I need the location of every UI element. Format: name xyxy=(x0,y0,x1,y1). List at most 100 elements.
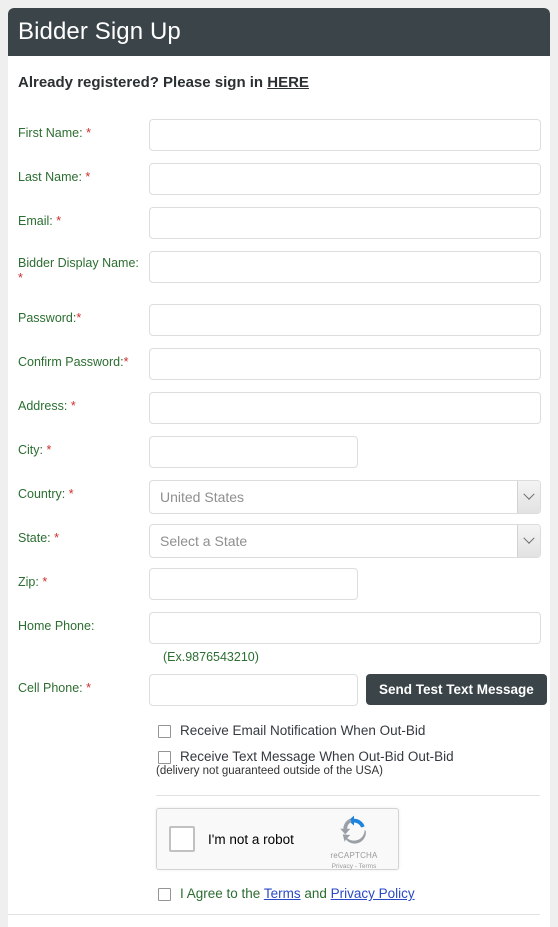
label-last-name-text: Last Name: xyxy=(18,170,82,184)
recaptcha-logo-icon xyxy=(340,815,366,844)
label-bidder-display-name: Bidder Display Name: * xyxy=(18,249,149,286)
control-confirm-password xyxy=(149,346,550,380)
label-address: Address: * xyxy=(18,390,149,414)
form-row-email: Email: * xyxy=(8,205,550,239)
state-select-value: Select a State xyxy=(160,533,248,549)
recaptcha-brand-name: reCAPTCHA xyxy=(330,851,378,860)
form-row-address: Address: * xyxy=(8,390,550,424)
label-country: Country: * xyxy=(18,478,149,502)
label-last-name: Last Name: * xyxy=(18,161,149,185)
signin-prompt-text: Already registered? Please sign in xyxy=(18,74,268,91)
email-notification-label: Receive Email Notification When Out-Bid xyxy=(180,723,426,738)
required-asterisk: * xyxy=(85,170,91,184)
form-row-first-name: First Name: * xyxy=(8,117,550,151)
page-title: Bidder Sign Up xyxy=(18,18,181,45)
control-city xyxy=(149,434,550,468)
footer-divider xyxy=(8,914,540,915)
label-confirm-password: Confirm Password:* xyxy=(18,346,149,370)
label-home-phone: Home Phone: xyxy=(18,610,149,634)
last-name-input[interactable] xyxy=(149,163,541,195)
email-notification-checkbox[interactable] xyxy=(158,725,171,738)
form-row-state: State: * Select a State xyxy=(8,522,550,558)
required-asterisk: * xyxy=(42,575,48,589)
city-input[interactable] xyxy=(149,436,358,468)
required-asterisk: * xyxy=(46,443,52,457)
label-zip-text: Zip: xyxy=(18,575,39,589)
control-cell-phone: Send Test Text Message xyxy=(149,672,550,706)
control-address xyxy=(149,390,550,424)
privacy-policy-link[interactable]: Privacy Policy xyxy=(331,886,415,901)
chevron-down-icon[interactable] xyxy=(517,525,540,557)
control-first-name xyxy=(149,117,550,151)
form-row-zip: Zip: * xyxy=(8,566,550,600)
control-zip xyxy=(149,566,550,600)
label-email: Email: * xyxy=(18,205,149,229)
required-asterisk: * xyxy=(76,311,82,325)
required-asterisk: * xyxy=(86,126,91,140)
password-input[interactable] xyxy=(149,304,541,336)
zip-input[interactable] xyxy=(149,568,358,600)
first-name-input[interactable] xyxy=(149,119,541,151)
label-city: City: * xyxy=(18,434,149,458)
signup-card: Bidder Sign Up Already registered? Pleas… xyxy=(8,8,550,927)
cell-phone-input[interactable] xyxy=(149,674,358,706)
label-cell-phone: Cell Phone: * xyxy=(18,672,149,696)
label-state-text: State: xyxy=(18,531,51,545)
label-first-name-text: First Name: xyxy=(18,126,83,140)
send-test-text-message-button[interactable]: Send Test Text Message xyxy=(366,674,547,705)
form-row-home-phone: Home Phone: (Ex.9876543210) xyxy=(8,610,550,664)
agreement-text: I Agree to the Terms and Privacy Policy xyxy=(180,886,415,901)
terms-link[interactable]: Terms xyxy=(264,886,301,901)
label-password: Password:* xyxy=(18,302,149,326)
label-first-name: First Name: * xyxy=(18,117,149,141)
state-select[interactable]: Select a State xyxy=(149,524,541,558)
label-password-text: Password: xyxy=(18,311,77,325)
bidder-display-name-input[interactable] xyxy=(149,251,541,283)
required-asterisk: * xyxy=(86,681,91,695)
form-row-confirm-password: Confirm Password:* xyxy=(8,346,550,380)
label-bidder-display-name-text: Bidder Display Name: xyxy=(18,256,139,270)
required-asterisk: * xyxy=(68,487,74,501)
country-select-value: United States xyxy=(160,489,245,505)
text-notification-row: Receive Text Message When Out-Bid Out-Bi… xyxy=(8,749,550,764)
delivery-note: (delivery not guaranteed outside of the … xyxy=(156,765,383,777)
required-asterisk: * xyxy=(56,214,62,228)
panel-body: Already registered? Please sign in HERE … xyxy=(8,56,550,915)
required-asterisk: * xyxy=(70,399,76,413)
agree-checkbox[interactable] xyxy=(158,888,171,901)
required-asterisk: * xyxy=(123,355,129,369)
recaptcha-label: I'm not a robot xyxy=(208,831,294,847)
recaptcha-widget[interactable]: I'm not a robot reCAPTCHA Privacy - Term… xyxy=(156,808,399,870)
control-bidder-display-name xyxy=(149,249,550,283)
label-city-text: City: xyxy=(18,443,43,457)
label-home-phone-text: Home Phone: xyxy=(18,619,95,633)
label-state: State: * xyxy=(18,522,149,546)
email-input[interactable] xyxy=(149,207,541,239)
control-country: United States xyxy=(149,478,550,514)
form-row-password: Password:* xyxy=(8,302,550,336)
text-notification-checkbox[interactable] xyxy=(158,751,171,764)
label-confirm-password-text: Confirm Password: xyxy=(18,355,124,369)
signin-here-link[interactable]: HERE xyxy=(267,74,309,91)
label-zip: Zip: * xyxy=(18,566,149,590)
confirm-password-input[interactable] xyxy=(149,348,541,380)
recaptcha-brand: reCAPTCHA Privacy - Terms xyxy=(318,815,390,870)
text-notification-label: Receive Text Message When Out-Bid Out-Bi… xyxy=(180,749,454,764)
agreement-prefix: I Agree to the xyxy=(180,886,264,901)
agreement-middle: and xyxy=(300,886,331,901)
recaptcha-legal-links[interactable]: Privacy - Terms xyxy=(318,863,390,870)
control-email xyxy=(149,205,550,239)
form-row-last-name: Last Name: * xyxy=(8,161,550,195)
recaptcha-checkbox[interactable] xyxy=(169,826,195,852)
country-select[interactable]: United States xyxy=(149,480,541,514)
address-input[interactable] xyxy=(149,392,541,424)
panel-header: Bidder Sign Up xyxy=(8,8,550,56)
label-address-text: Address: xyxy=(18,399,68,413)
control-password xyxy=(149,302,550,336)
control-state: Select a State xyxy=(149,522,550,558)
home-phone-input[interactable] xyxy=(149,612,541,644)
signin-prompt: Already registered? Please sign in HERE xyxy=(8,56,550,91)
chevron-down-icon[interactable] xyxy=(517,481,540,513)
required-asterisk: * xyxy=(54,531,60,545)
form-row-cell-phone: Cell Phone: * Send Test Text Message xyxy=(8,672,550,706)
